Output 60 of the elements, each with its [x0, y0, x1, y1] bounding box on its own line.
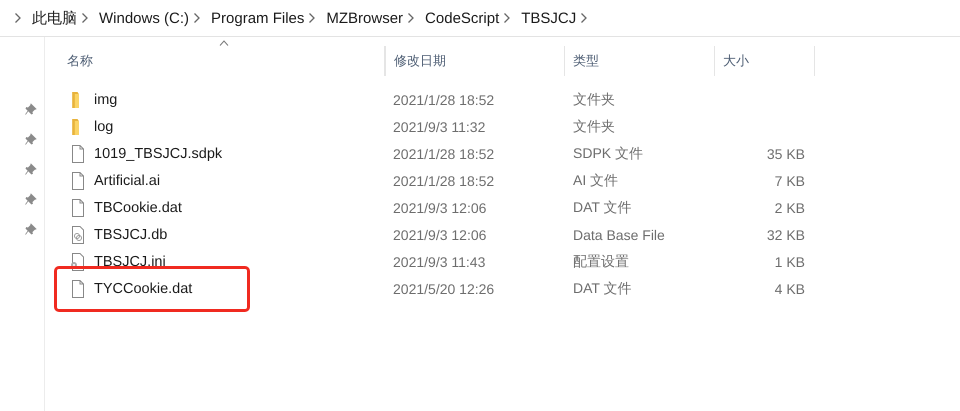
database-file-icon	[70, 226, 86, 244]
file-name[interactable]: TBCookie.dat	[94, 200, 182, 216]
chevron-right-icon[interactable]	[14, 12, 22, 24]
modified-date: 2021/1/28 18:52	[393, 172, 494, 188]
folder-icon	[72, 92, 79, 108]
modified-date: 2021/9/3 12:06	[393, 226, 486, 242]
file-name[interactable]: Artificial.ai	[94, 172, 160, 188]
chevron-right-icon[interactable]	[81, 12, 89, 24]
pin-icon[interactable]	[25, 193, 37, 205]
modified-date: 2021/9/3 11:43	[393, 254, 486, 270]
file-type: AI 文件	[573, 172, 618, 190]
column-header[interactable]: 类型	[565, 46, 715, 76]
modified-date: 2021/9/3 11:32	[393, 118, 486, 134]
chevron-right-icon[interactable]	[308, 12, 316, 24]
chevron-right-icon[interactable]	[580, 12, 588, 24]
file-name[interactable]: img	[94, 92, 118, 108]
file-type: 文件夹	[573, 118, 615, 136]
file-name[interactable]: TBSJCJ.ini	[94, 254, 166, 270]
column-header[interactable]: 修改日期	[385, 46, 565, 76]
file-icon	[70, 198, 86, 216]
pin-icon[interactable]	[25, 163, 37, 175]
breadcrumb-item[interactable]: 此电脑	[32, 8, 77, 28]
file-size: 4 KB	[774, 280, 805, 296]
file-type: SDPK 文件	[573, 144, 644, 162]
file-name[interactable]: TBSJCJ.db	[94, 226, 168, 242]
file-type: Data Base File	[573, 226, 665, 242]
breadcrumb-item[interactable]: MZBrowser	[326, 10, 404, 26]
column-header[interactable]: 名称	[59, 46, 385, 76]
folder-icon	[72, 118, 79, 134]
breadcrumb-item[interactable]: Windows (C:)	[99, 10, 190, 26]
file-size: 1 KB	[774, 254, 805, 270]
file-type: DAT 文件	[573, 280, 632, 298]
file-size: 7 KB	[774, 172, 805, 188]
modified-date: 2021/1/28 18:52	[393, 146, 494, 162]
file-type: DAT 文件	[573, 198, 632, 216]
file-name[interactable]: 1019_TBSJCJ.sdpk	[94, 146, 222, 162]
file-name[interactable]: log	[94, 118, 114, 134]
sort-ascending-icon	[219, 40, 229, 46]
breadcrumb-item[interactable]: CodeScript	[425, 10, 500, 26]
modified-date: 2021/9/3 12:06	[393, 200, 486, 216]
file-name[interactable]: TYCCookie.dat	[94, 280, 192, 296]
file-type: 文件夹	[573, 90, 615, 108]
file-size: 35 KB	[766, 146, 805, 162]
chevron-right-icon[interactable]	[193, 12, 202, 24]
file-size: 32 KB	[766, 226, 805, 242]
file-icon	[70, 172, 86, 190]
column-header[interactable]: 大小	[715, 46, 815, 76]
file-size: 2 KB	[774, 200, 805, 216]
chevron-right-icon[interactable]	[407, 12, 416, 24]
breadcrumb-item[interactable]: TBSJCJ	[521, 10, 576, 26]
breadcrumb-item[interactable]: Program Files	[211, 10, 304, 26]
modified-date: 2021/1/28 18:52	[393, 92, 494, 108]
modified-date: 2021/5/20 12:26	[393, 280, 494, 296]
file-icon	[70, 144, 86, 162]
file-type: 配置设置	[573, 252, 629, 270]
pin-icon[interactable]	[25, 133, 37, 145]
file-icon	[70, 280, 86, 298]
chevron-right-icon[interactable]	[503, 12, 512, 24]
pin-icon[interactable]	[25, 103, 37, 115]
pin-icon[interactable]	[25, 223, 37, 235]
